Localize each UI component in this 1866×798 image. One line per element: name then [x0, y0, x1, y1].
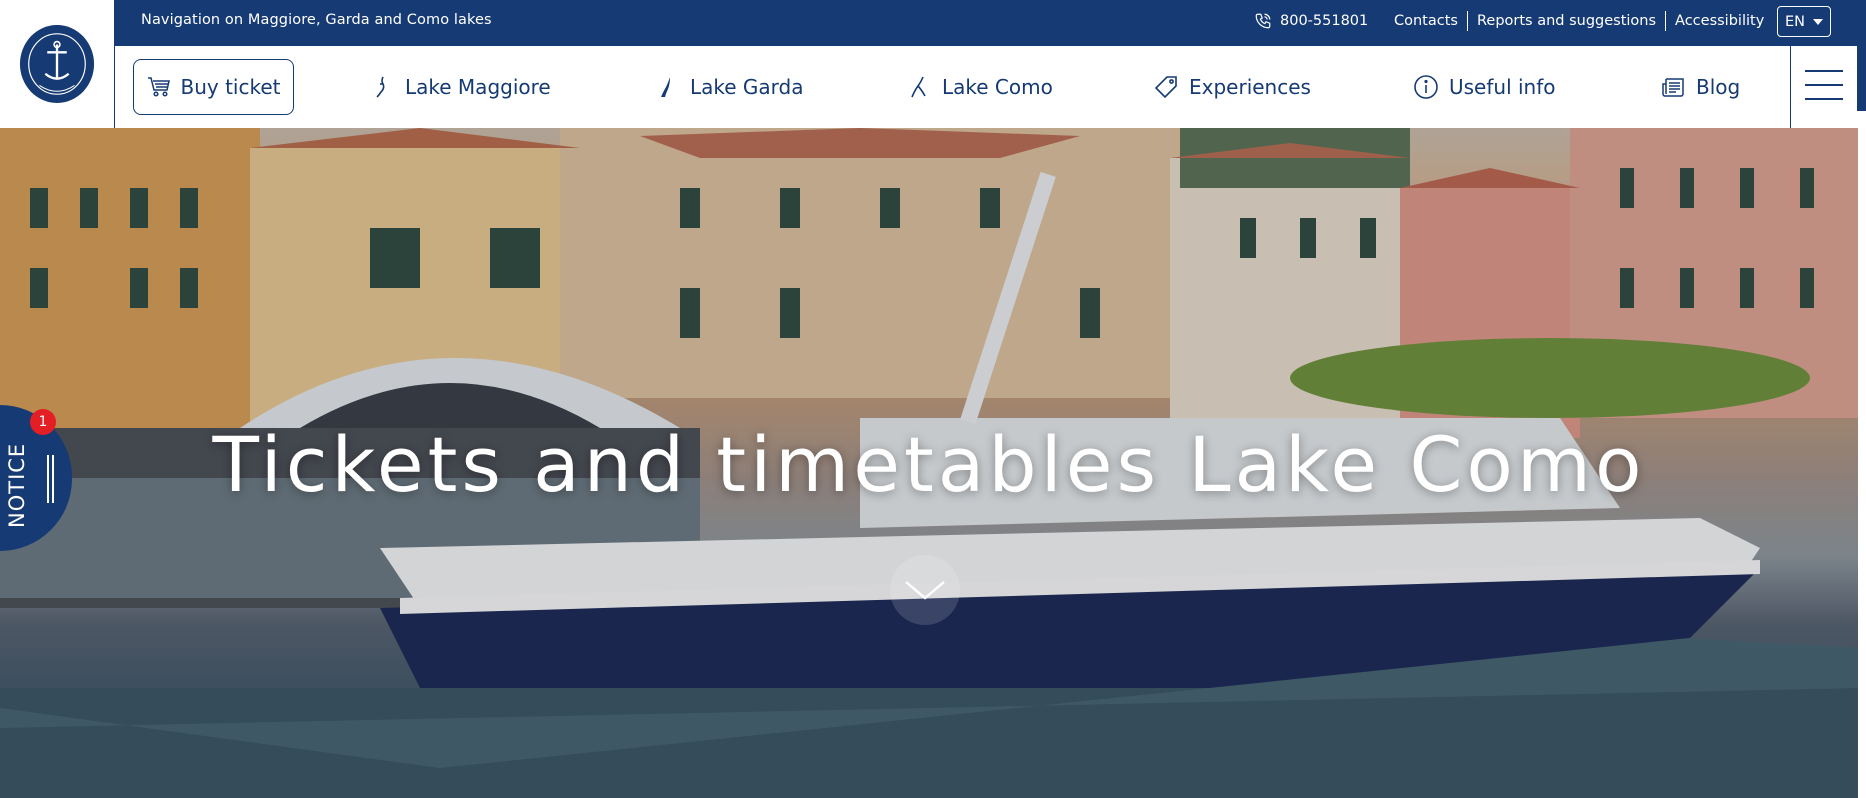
hero-title: Tickets and timetables Lake Como — [212, 420, 1646, 509]
accessibility-link[interactable]: Accessibility — [1665, 11, 1773, 31]
nav-lake-maggiore-label: Lake Maggiore — [405, 75, 551, 99]
chevron-down-icon — [905, 581, 945, 600]
navigazione-laghi-logo — [19, 25, 95, 103]
site-tagline: Navigation on Maggiore, Garda and Como l… — [141, 12, 492, 28]
nav-useful-info-label: Useful info — [1449, 75, 1556, 99]
caret-down-icon — [1813, 18, 1823, 25]
top-links: Contacts Reports and suggestions Accessi… — [1385, 11, 1773, 31]
ticket-tag-icon — [1154, 76, 1177, 99]
language-label: EN — [1784, 13, 1805, 30]
nav-blog-label: Blog — [1696, 75, 1741, 99]
nav-lake-garda-label: Lake Garda — [690, 75, 804, 99]
notice-bars-icon — [47, 455, 55, 503]
phone-icon — [1255, 13, 1271, 29]
language-selector[interactable]: EN — [1777, 6, 1831, 37]
page-edge — [1858, 128, 1866, 798]
scroll-down-button[interactable] — [890, 555, 960, 625]
hamburger-menu-button[interactable] — [1805, 70, 1843, 100]
nav-lake-garda[interactable]: Lake Garda — [654, 74, 804, 100]
lake-como-icon — [911, 76, 926, 98]
hamburger-line — [1805, 98, 1843, 100]
buy-ticket-label: Buy ticket — [180, 75, 281, 99]
nav-experiences[interactable]: Experiences — [1153, 74, 1311, 100]
newspaper-icon — [1662, 78, 1684, 97]
main-nav: Buy ticket Lake Maggiore Lake Garda Lake… — [115, 46, 1790, 128]
top-bar: Navigation on Maggiore, Garda and Como l… — [0, 0, 1866, 46]
phone-number: 800-551801 — [1280, 13, 1369, 29]
nav-lake-como-label: Lake Como — [942, 75, 1053, 99]
reports-link[interactable]: Reports and suggestions — [1466, 11, 1665, 31]
logo[interactable] — [0, 0, 115, 128]
menu-cell — [1790, 46, 1866, 128]
nav-lake-maggiore[interactable]: Lake Maggiore — [369, 74, 551, 100]
cart-icon — [147, 77, 170, 97]
nav-lake-como[interactable]: Lake Como — [906, 74, 1053, 100]
nav-useful-info[interactable]: Useful info — [1413, 74, 1556, 100]
buy-ticket-button[interactable]: Buy ticket — [133, 59, 294, 115]
lake-maggiore-icon — [376, 76, 385, 98]
contacts-link[interactable]: Contacts — [1385, 11, 1467, 31]
nav-experiences-label: Experiences — [1189, 75, 1311, 99]
lake-garda-icon — [661, 77, 670, 97]
menu-strip — [1857, 46, 1866, 111]
phone-link[interactable]: 800-551801 — [1254, 12, 1368, 30]
notice-label: NOTICE — [5, 442, 29, 528]
notice-count-badge: 1 — [30, 409, 56, 435]
nav-blog[interactable]: Blog — [1660, 74, 1740, 100]
hero-banner: Tickets and timetables Lake Como NOTICE … — [0, 128, 1858, 798]
info-icon — [1414, 75, 1438, 99]
hamburger-line — [1805, 84, 1843, 86]
hamburger-line — [1805, 70, 1843, 72]
